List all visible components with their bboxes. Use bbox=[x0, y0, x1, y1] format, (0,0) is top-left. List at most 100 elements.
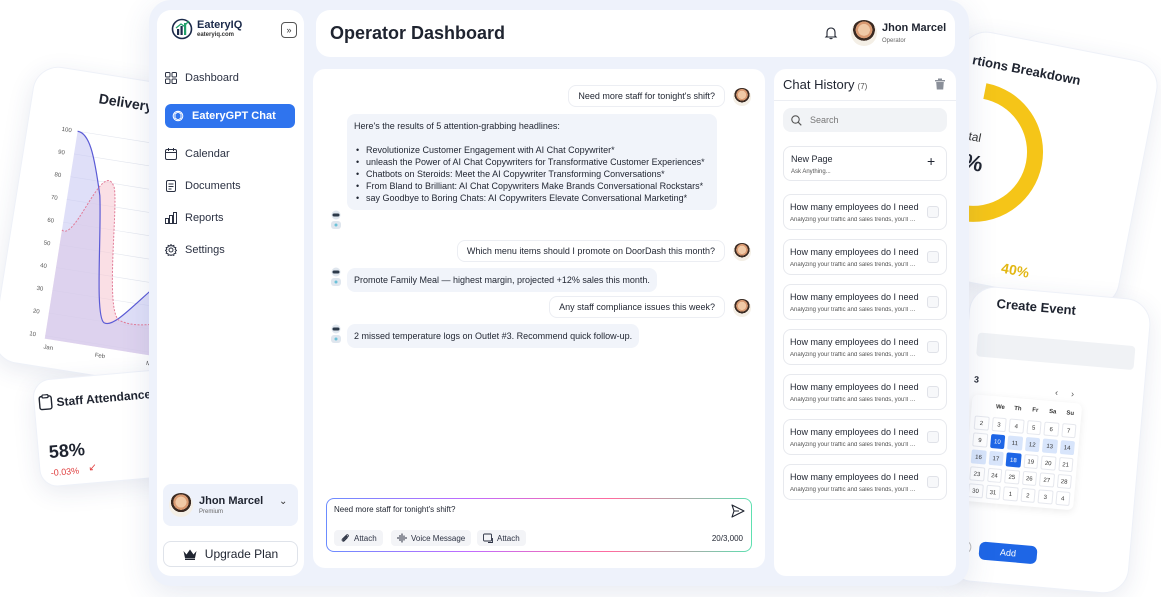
calendar-day[interactable]: 6 bbox=[1043, 421, 1060, 437]
calendar-day[interactable]: 26 bbox=[1021, 470, 1038, 487]
checkbox[interactable] bbox=[927, 476, 939, 488]
voice-message-label: Voice Message bbox=[411, 533, 466, 543]
sidebar-item-eaterygpt-chat[interactable]: EateryGPT Chat bbox=[165, 104, 295, 128]
calendar-day[interactable]: 20 bbox=[1040, 455, 1057, 471]
send-icon[interactable] bbox=[731, 504, 745, 518]
list-item[interactable]: How many employees do I need Analyzing yo… bbox=[783, 419, 947, 455]
calendar-day[interactable]: 24 bbox=[986, 467, 1003, 483]
calendar-day[interactable]: 13 bbox=[1041, 438, 1058, 454]
calendar-day[interactable]: 7 bbox=[1060, 423, 1077, 439]
chevron-right-icon[interactable]: › bbox=[1071, 389, 1075, 399]
openai-icon bbox=[172, 110, 184, 122]
page-title: Operator Dashboard bbox=[330, 23, 506, 43]
chevron-down-icon[interactable]: ⌄ bbox=[279, 496, 287, 507]
sidebar-item-dashboard[interactable]: Dashboard bbox=[165, 66, 295, 90]
avatar[interactable] bbox=[851, 20, 877, 46]
history-item-subtitle: Analyzing your traffic and sales trends,… bbox=[790, 307, 916, 313]
new-page-button[interactable]: New Page Ask Anything... + bbox=[783, 146, 947, 181]
checkbox[interactable] bbox=[927, 341, 939, 353]
checkbox[interactable] bbox=[927, 251, 939, 263]
calendar-day[interactable]: 18 bbox=[1005, 452, 1022, 468]
add-event-button[interactable]: Add bbox=[978, 541, 1038, 565]
bell-icon[interactable] bbox=[824, 26, 838, 40]
calendar-day[interactable]: 2 bbox=[1020, 487, 1036, 503]
logo[interactable]: EateryIQ eateryiq.com bbox=[171, 18, 242, 40]
calendar-day[interactable]: 17 bbox=[988, 450, 1004, 467]
message-composer[interactable]: Need more staff for tonight's shift? Att… bbox=[326, 498, 752, 552]
list-item[interactable]: How many employees do I need Analyzing yo… bbox=[783, 464, 947, 500]
calendar-day[interactable]: 3 bbox=[991, 416, 1007, 433]
sidebar-item-label: Settings bbox=[185, 244, 225, 256]
list-item[interactable]: How many employees do I need Analyzing yo… bbox=[783, 329, 947, 365]
chevron-left-icon[interactable]: ‹ bbox=[1055, 387, 1059, 397]
bar-chart-icon bbox=[165, 212, 177, 224]
checkbox[interactable] bbox=[927, 206, 939, 218]
upgrade-plan-button[interactable]: Upgrade Plan bbox=[163, 541, 298, 567]
history-item-subtitle: Analyzing your traffic and sales trends,… bbox=[790, 487, 916, 493]
mini-calendar[interactable]: We Th Fr Sa Su 2 3 4 5 6 7 9 10 11 12 13 14 16 17 18 19 20 21 2… bbox=[963, 394, 1083, 511]
sidebar-item-documents[interactable]: Documents bbox=[165, 174, 295, 198]
character-counter: 20/3,000 bbox=[711, 534, 743, 543]
user-profile-switcher[interactable]: Jhon Marcel Premium ⌄ bbox=[163, 484, 298, 526]
robot-icon bbox=[331, 267, 341, 286]
chat-history-panel: Chat History (7) Search New Page Ask Anyt… bbox=[774, 69, 956, 576]
calendar-day[interactable]: 2 bbox=[973, 415, 990, 431]
calendar-day[interactable]: 10 bbox=[989, 433, 1006, 450]
calendar-day[interactable]: 21 bbox=[1057, 456, 1074, 473]
calendar-day[interactable]: 14 bbox=[1059, 440, 1075, 456]
sidebar-item-calendar[interactable]: Calendar bbox=[165, 142, 295, 166]
sidebar-item-label: Documents bbox=[185, 180, 241, 192]
message-input[interactable]: Need more staff for tonight's shift? bbox=[334, 505, 455, 514]
checkbox[interactable] bbox=[927, 431, 939, 443]
collapse-sidebar-icon[interactable]: » bbox=[281, 22, 297, 38]
event-name-field[interactable] bbox=[976, 332, 1136, 371]
list-item[interactable]: How many employees do I need Analyzing yo… bbox=[783, 194, 947, 230]
calendar-day[interactable]: 16 bbox=[970, 449, 987, 465]
calendar-day[interactable]: 9 bbox=[972, 432, 988, 448]
calendar-day[interactable]: 11 bbox=[1007, 435, 1023, 451]
paperclip-icon bbox=[341, 534, 349, 542]
user-message: Which menu items should I promote on Doo… bbox=[456, 240, 725, 262]
chat-panel: Need more staff for tonight's shift? Her… bbox=[313, 69, 765, 568]
calendar-day[interactable]: 23 bbox=[969, 466, 985, 482]
plus-icon[interactable]: + bbox=[927, 153, 935, 169]
checkbox[interactable] bbox=[927, 296, 939, 308]
calendar-day[interactable]: 12 bbox=[1024, 436, 1041, 453]
history-item-subtitle: Analyzing your traffic and sales trends,… bbox=[790, 217, 916, 223]
search-input[interactable]: Search bbox=[783, 108, 947, 132]
calendar-day[interactable]: 25 bbox=[1004, 469, 1020, 485]
trash-icon[interactable] bbox=[934, 78, 946, 90]
calendar-day[interactable]: 4 bbox=[1054, 490, 1071, 507]
user-message: Any staff compliance issues this week? bbox=[549, 296, 725, 318]
voice-message-button[interactable]: Voice Message bbox=[391, 530, 472, 546]
calendar-day[interactable]: 1 bbox=[1002, 486, 1019, 502]
checkbox[interactable] bbox=[927, 386, 939, 398]
calendar-day[interactable]: 30 bbox=[967, 483, 984, 499]
gear-icon bbox=[165, 244, 177, 256]
new-page-subtitle: Ask Anything... bbox=[791, 169, 831, 175]
list-item[interactable]: How many employees do I need Analyzing yo… bbox=[783, 374, 947, 410]
list-item[interactable]: How many employees do I need Analyzing yo… bbox=[783, 239, 947, 275]
x-tick-label: Jan bbox=[43, 345, 54, 352]
chat-history-count: (7) bbox=[857, 82, 868, 91]
logo-url: eateryiq.com bbox=[197, 32, 235, 38]
calendar-day[interactable]: 4 bbox=[1008, 418, 1025, 434]
chat-history-title: Chat History (7) bbox=[783, 77, 867, 92]
calendar-day[interactable]: 27 bbox=[1038, 472, 1055, 488]
sidebar-item-label: Reports bbox=[185, 212, 224, 224]
y-tick-label: 50 bbox=[43, 240, 51, 247]
attach-button[interactable]: Attach bbox=[334, 530, 383, 546]
sidebar-item-reports[interactable]: Reports bbox=[165, 206, 295, 230]
calendar-day[interactable]: 3 bbox=[1037, 489, 1054, 505]
calendar-day[interactable]: 19 bbox=[1022, 453, 1039, 470]
list-item: Revolutionize Customer Engagement with A… bbox=[354, 144, 710, 156]
attach-button[interactable]: Attach bbox=[477, 530, 526, 546]
calendar-day[interactable]: 28 bbox=[1056, 473, 1073, 490]
history-item-subtitle: Analyzing your traffic and sales trends,… bbox=[790, 397, 916, 403]
list-item[interactable]: How many employees do I need Analyzing yo… bbox=[783, 284, 947, 320]
logo-name: EateryIQ bbox=[197, 19, 243, 31]
search-placeholder: Search bbox=[810, 115, 839, 125]
calendar-day[interactable]: 5 bbox=[1025, 420, 1042, 436]
calendar-day[interactable]: 31 bbox=[985, 484, 1001, 500]
sidebar-item-settings[interactable]: Settings bbox=[165, 238, 295, 262]
